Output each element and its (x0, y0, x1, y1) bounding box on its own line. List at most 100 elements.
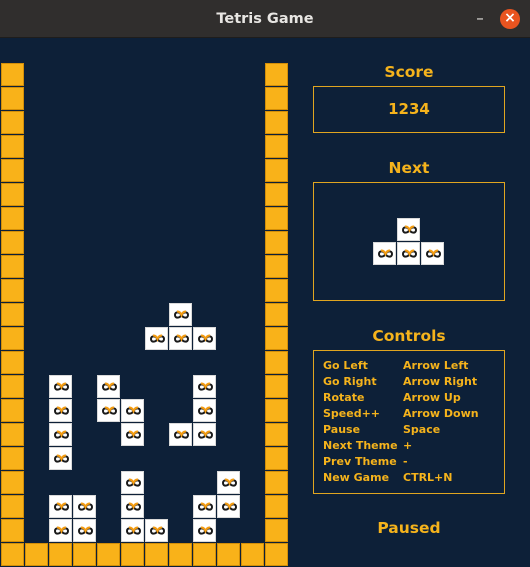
left-wall-cell (1, 447, 24, 470)
left-wall-cell (1, 423, 24, 446)
control-action: Speed++ (323, 407, 381, 420)
score-label: Score (384, 63, 434, 81)
close-button[interactable]: × (500, 9, 520, 29)
control-key: + (403, 439, 413, 452)
floor-cell (25, 543, 48, 566)
left-wall-cell (1, 135, 24, 158)
right-wall-cell (265, 399, 288, 422)
control-key: Arrow Up (403, 391, 461, 404)
right-wall-cell (265, 87, 288, 110)
settled-block (49, 447, 72, 470)
floor-cell (265, 543, 288, 566)
control-key: Arrow Left (403, 359, 469, 372)
settled-block (121, 519, 144, 542)
settled-block (49, 495, 72, 518)
left-wall-cell (1, 207, 24, 230)
left-wall-cell (1, 399, 24, 422)
score-value: 1234 (388, 100, 430, 118)
right-wall-cell (265, 135, 288, 158)
right-wall-cell (265, 519, 288, 542)
control-key: CTRL+N (403, 471, 453, 484)
right-wall-cell (265, 231, 288, 254)
left-wall-cell (1, 303, 24, 326)
control-key: Arrow Right (403, 375, 478, 388)
settled-block (73, 519, 96, 542)
settled-block (169, 423, 192, 446)
control-action: New Game (323, 471, 390, 484)
left-wall-cell (1, 231, 24, 254)
right-wall-cell (265, 471, 288, 494)
floor-cell (193, 543, 216, 566)
right-wall-cell (265, 279, 288, 302)
right-wall-cell (265, 351, 288, 374)
left-wall-cell (1, 63, 24, 86)
active-piece-block (193, 327, 216, 350)
left-wall-cell (1, 159, 24, 182)
right-wall-cell (265, 183, 288, 206)
game-board (0, 38, 290, 567)
floor-cell (97, 543, 120, 566)
settled-block (193, 399, 216, 422)
right-wall-cell (265, 159, 288, 182)
control-action: Pause (323, 423, 361, 436)
floor-cell (241, 543, 264, 566)
floor-cell (217, 543, 240, 566)
left-wall-cell (1, 375, 24, 398)
settled-block (145, 519, 168, 542)
left-wall-cell (1, 327, 24, 350)
control-action: Go Right (323, 375, 377, 388)
floor-cell (73, 543, 96, 566)
control-key: Arrow Down (403, 407, 479, 420)
settled-block (49, 399, 72, 422)
next-piece-block (373, 242, 396, 265)
floor-cell (121, 543, 144, 566)
settled-block (73, 495, 96, 518)
settled-block (49, 375, 72, 398)
settled-block (97, 399, 120, 422)
right-wall-cell (265, 495, 288, 518)
settled-block (121, 495, 144, 518)
right-wall-cell (265, 207, 288, 230)
controls-label: Controls (372, 327, 446, 345)
left-wall-cell (1, 255, 24, 278)
right-wall-cell (265, 423, 288, 446)
game-status: Paused (377, 519, 441, 537)
right-wall-cell (265, 327, 288, 350)
floor-cell (145, 543, 168, 566)
next-piece-block (397, 242, 420, 265)
window-titlebar: Tetris Game – × (0, 0, 530, 38)
active-piece-block (145, 327, 168, 350)
settled-block (121, 399, 144, 422)
minimize-button[interactable]: – (469, 8, 491, 30)
window-title: Tetris Game (216, 11, 314, 27)
settled-block (121, 471, 144, 494)
control-action: Rotate (323, 391, 365, 404)
left-wall-cell (1, 111, 24, 134)
next-piece-block (397, 218, 420, 241)
left-wall-cell (1, 183, 24, 206)
right-wall-cell (265, 375, 288, 398)
control-action: Go Left (323, 359, 368, 372)
floor-cell (169, 543, 192, 566)
settled-block (49, 519, 72, 542)
next-piece-block (421, 242, 444, 265)
active-piece-block (169, 327, 192, 350)
right-wall-cell (265, 303, 288, 326)
control-key: - (403, 455, 408, 468)
left-wall-cell (1, 351, 24, 374)
settled-block (193, 519, 216, 542)
settled-block (193, 375, 216, 398)
floor-cell (1, 543, 24, 566)
left-wall-cell (1, 87, 24, 110)
settled-block (193, 423, 216, 446)
floor-cell (49, 543, 72, 566)
settled-block (217, 471, 240, 494)
settled-block (121, 423, 144, 446)
settled-block (217, 495, 240, 518)
left-wall-cell (1, 471, 24, 494)
active-piece-block (169, 303, 192, 326)
control-key: Space (403, 423, 441, 436)
left-wall-cell (1, 519, 24, 542)
right-wall-cell (265, 447, 288, 470)
control-action: Prev Theme (323, 455, 397, 468)
